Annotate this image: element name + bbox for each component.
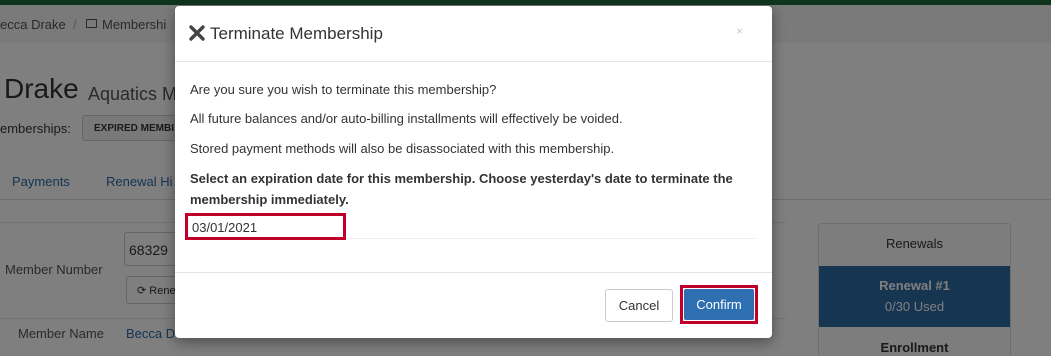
dialog-title: Terminate Membership [210, 24, 383, 43]
close-button[interactable]: × [736, 24, 743, 38]
dialog-footer-divider [175, 272, 772, 273]
date-underline [346, 238, 756, 239]
instruction-line-1: Select an expiration date for this membe… [190, 171, 733, 186]
payment-methods-notice: Stored payment methods will also be disa… [190, 141, 615, 156]
expiration-instruction: Select an expiration date for this membe… [190, 168, 750, 210]
confirm-question: Are you sure you wish to terminate this … [190, 82, 497, 97]
expiration-date-input[interactable]: 03/01/2021 [185, 213, 346, 240]
instruction-line-2: membership immediately. [190, 192, 349, 207]
confirm-button[interactable]: Confirm [684, 289, 754, 320]
terminate-membership-dialog: Terminate Membership × Are you sure you … [175, 6, 772, 338]
cancel-button[interactable]: Cancel [605, 289, 673, 322]
voided-notice: All future balances and/or auto-billing … [190, 111, 623, 126]
x-icon [189, 25, 205, 41]
dialog-header: Terminate Membership × [175, 6, 772, 62]
